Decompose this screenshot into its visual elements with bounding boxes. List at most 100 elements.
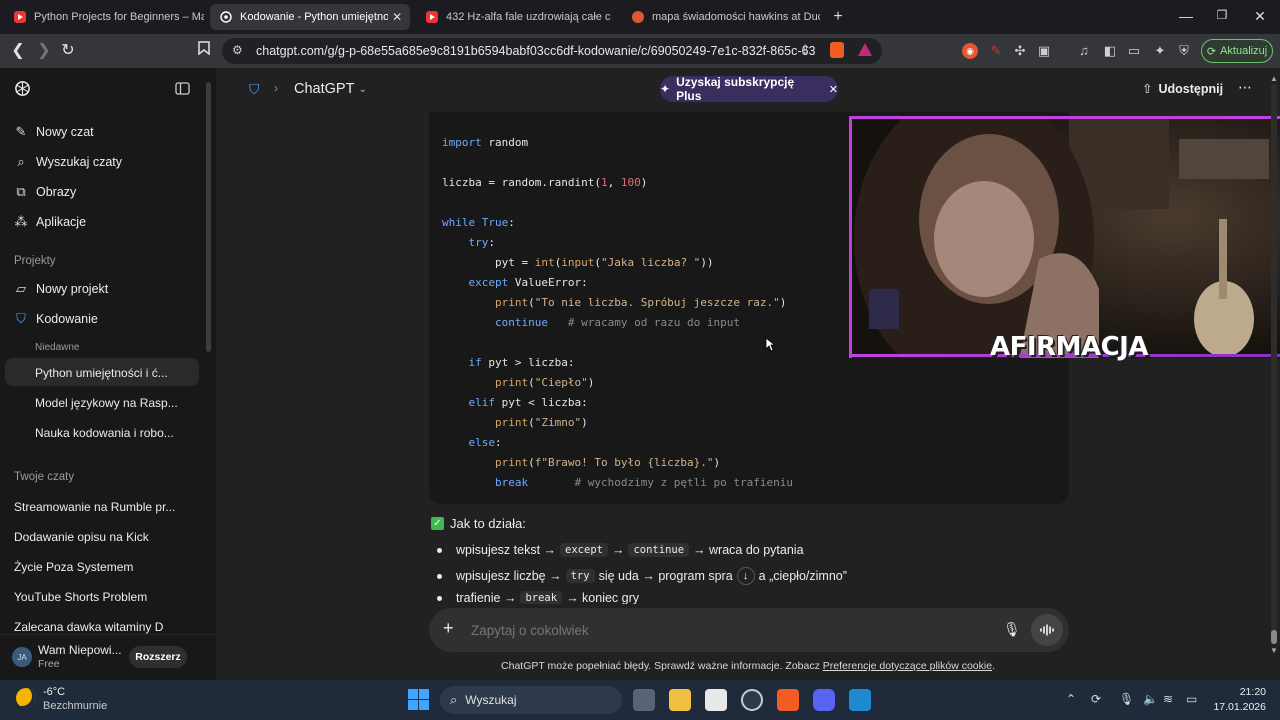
bookmark-icon[interactable] (194, 41, 214, 61)
folder-plus-icon: ▱ (16, 281, 26, 296)
notepad-icon[interactable] (705, 689, 727, 711)
message-input[interactable] (471, 620, 971, 640)
maximize-icon[interactable]: ❐ (1212, 8, 1232, 22)
reload-icon[interactable]: ↻ (58, 41, 78, 61)
wifi-icon[interactable]: ≋ (1163, 692, 1173, 706)
scroll-up-icon[interactable]: ▲ (1270, 74, 1278, 83)
clock-date[interactable]: 17.01.2026 (1210, 701, 1266, 713)
scroll-down-arrow-icon[interactable]: ▼ (1270, 646, 1278, 655)
user-plan: Free (38, 658, 60, 670)
taskbar-search[interactable]: ⌕ Wyszukaj (440, 686, 622, 714)
voice-mode-button[interactable] (1031, 614, 1063, 646)
tray-app-icon[interactable]: ⟳ (1091, 692, 1101, 706)
share-button[interactable]: ⇧ Udostępnij (1142, 81, 1223, 97)
share-page-icon[interactable]: ⇪ (800, 42, 811, 58)
model-selector[interactable]: ChatGPT ⌄ (294, 81, 367, 97)
minimize-icon[interactable]: — (1176, 8, 1196, 24)
code-line: print(f"Brawo! To było {liczba}.") (494, 456, 721, 469)
bullet-text: → (611, 543, 625, 557)
code-line: liczba = random.randint(1, 100) (442, 176, 648, 189)
address-bar[interactable]: ⚙ chatgpt.com/g/g-p-68e55a685e9c8191b659… (222, 38, 882, 64)
tray-overflow-icon[interactable]: ⌃ (1066, 692, 1076, 706)
vscode-icon[interactable] (849, 689, 871, 711)
webcam-overlay (849, 116, 1280, 358)
windows-start-icon[interactable] (408, 689, 429, 710)
brave-rewards-icon[interactable] (858, 43, 872, 56)
sidebar-chat-item[interactable]: Dodawanie opisu na Kick (14, 530, 202, 544)
page-scrollbar[interactable]: ▲ ▼ (1270, 70, 1278, 680)
back-icon[interactable]: ❮ (8, 41, 28, 61)
message-composer: + 🎙 (429, 608, 1069, 652)
wallet-icon[interactable]: ▭ (1126, 43, 1142, 59)
leo-ai-icon[interactable]: ✦ (1152, 43, 1168, 59)
volume-icon[interactable]: 🔈 (1143, 692, 1158, 706)
extension-icon-2[interactable]: ✎ (988, 43, 1004, 59)
sidebar-chat-item[interactable]: YouTube Shorts Problem (14, 590, 202, 604)
sidebar-scrollbar[interactable] (206, 82, 211, 352)
extensions-puzzle-icon[interactable]: ✣ (1012, 43, 1028, 59)
upgrade-button[interactable]: Rozszerz (129, 646, 187, 668)
media-icon[interactable]: ♫ (1076, 43, 1092, 59)
weather-moon-icon[interactable] (16, 688, 36, 708)
sidebar-toggle-icon[interactable]: ◧ (1102, 43, 1118, 59)
vpn-icon[interactable]: ⛨ (1176, 43, 1192, 59)
openai-logo-icon[interactable] (14, 80, 31, 102)
close-sidebar-icon[interactable] (175, 82, 190, 100)
browser-tab-2[interactable]: Kodowanie - Python umiejętność ✕ (210, 4, 410, 30)
sidebar-chat-item[interactable]: Zalecana dawka witaminy D (14, 620, 202, 634)
plus-subscription-banner[interactable]: ✦ Uzyskaj subskrypcję Plus ✕ (660, 75, 838, 103)
brave-browser-icon[interactable] (777, 689, 799, 711)
add-attachment-icon[interactable]: + (443, 618, 454, 639)
scroll-down-icon[interactable]: ↓ (736, 567, 755, 585)
clock-time[interactable]: 21:20 (1216, 686, 1266, 698)
code-line: else: (468, 436, 502, 449)
sidebar-recent-item[interactable]: Model językowy na Rasp... (35, 396, 195, 410)
sidebar-item-images[interactable]: ⧉ Obrazy (14, 184, 76, 199)
task-view-icon[interactable] (633, 689, 655, 711)
sparkle-icon: ✦ (660, 82, 671, 96)
new-tab-icon[interactable]: + (828, 8, 848, 26)
sidebar-item-label: Aplikacje (36, 215, 87, 229)
cookie-preferences-link[interactable]: Preferencje dotyczące plików cookie (823, 660, 992, 672)
site-settings-icon[interactable]: ⚙ (232, 43, 243, 57)
scrollbar-thumb[interactable] (1271, 630, 1277, 644)
tray-microphone-icon[interactable]: 🎙 (1119, 692, 1134, 706)
chatgpt-icon (220, 11, 232, 23)
sidebar-item-new-project[interactable]: ▱ Nowy projekt (14, 281, 108, 296)
sidebar-chat-item[interactable]: Streamowanie na Rumble pr... (14, 500, 202, 514)
browser-tab-1[interactable]: Python Projects for Beginners – Mast (4, 4, 204, 30)
extension-icon-1[interactable]: ◉ (962, 43, 978, 59)
brave-shields-icon[interactable] (830, 42, 844, 58)
openai-app-icon[interactable] (741, 689, 763, 711)
sidebar-item-kodowanie[interactable]: ⛉ Kodowanie (14, 311, 98, 326)
browser-tab-3[interactable]: 432 Hz-alfa fale uzdrowiają całe c (416, 4, 616, 30)
url-text[interactable]: chatgpt.com/g/g-p-68e55a685e9c8191b6594b… (256, 44, 816, 58)
response-heading: ✓ Jak to działa: (431, 516, 526, 531)
chat-header: ⛉ › ChatGPT ⌄ ✦ Uzyskaj subskrypcję Plus… (216, 68, 1280, 112)
battery-icon[interactable]: ▭ (1186, 692, 1197, 706)
windows-taskbar: -6°C Bezchmurnie ⌕ Wyszukaj ⌃ ⟳ 🎙 🔈 ≋ ▭ … (0, 680, 1280, 720)
weather-temp[interactable]: -6°C (43, 686, 65, 698)
file-explorer-icon[interactable] (669, 689, 691, 711)
close-window-icon[interactable]: ✕ (1250, 8, 1270, 25)
sidebar-item-search-chats[interactable]: ⌕ Wyszukaj czaty (14, 154, 122, 169)
close-banner-icon[interactable]: ✕ (829, 83, 838, 96)
sidebar-chat-item[interactable]: Życie Poza Systemem (14, 560, 202, 574)
sidebar-recent-item[interactable]: Nauka kodowania i robo... (35, 426, 195, 440)
user-account[interactable]: JA Wam Niepowi... Free Rozszerz (0, 634, 216, 682)
close-tab-icon[interactable]: ✕ (388, 10, 406, 24)
sidebar-item-new-chat[interactable]: ✎ Nowy czat (14, 124, 94, 139)
webcam-video-image (849, 119, 1280, 358)
sidebar-recent-item[interactable]: Python umiejętności i ć... (35, 366, 195, 380)
forward-icon[interactable]: ❯ (34, 41, 54, 61)
update-button[interactable]: ⟳ Aktualizuj (1201, 39, 1273, 63)
discord-icon[interactable] (813, 689, 835, 711)
browser-tab-4[interactable]: mapa świadomości hawkins at Duck (622, 4, 822, 30)
update-label: Aktualizuj (1220, 45, 1268, 57)
project-cap-icon[interactable]: ⛉ (249, 81, 260, 98)
microphone-icon[interactable]: 🎙 (1003, 621, 1021, 638)
user-name: Wam Niepowi... (38, 643, 122, 657)
screenshot-icon[interactable]: ▣ (1036, 43, 1052, 59)
more-options-icon[interactable]: ⋯ (1238, 79, 1252, 96)
sidebar-item-apps[interactable]: ⁂ Aplikacje (14, 214, 87, 229)
